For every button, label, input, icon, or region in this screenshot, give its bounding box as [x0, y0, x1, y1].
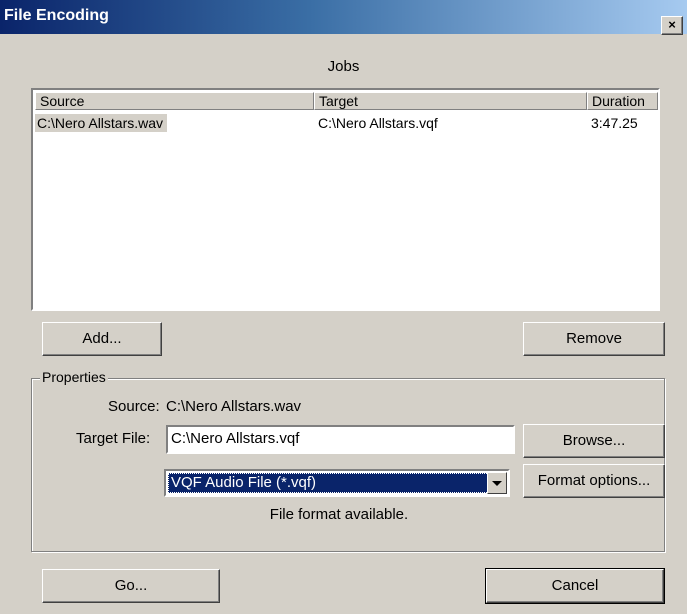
properties-group-label: Properties — [40, 369, 108, 385]
column-header-target[interactable]: Target — [314, 92, 587, 110]
cancel-button[interactable]: Cancel — [485, 568, 665, 604]
row-target: C:\Nero Allstars.vqf — [318, 115, 438, 131]
close-icon: × — [668, 17, 676, 32]
table-row[interactable]: C:\Nero Allstars.wav C:\Nero Allstars.vq… — [33, 114, 658, 132]
format-select-value: VQF Audio File (*.vqf) — [168, 473, 489, 493]
title-bar: File Encoding × — [0, 0, 687, 35]
row-duration: 3:47.25 — [591, 115, 638, 131]
column-header-source[interactable]: Source — [35, 92, 314, 110]
jobs-label: Jobs — [327, 58, 360, 75]
row-source: C:\Nero Allstars.wav — [35, 114, 168, 132]
column-header-duration[interactable]: Duration — [587, 92, 658, 110]
target-file-label: Target File: — [76, 430, 151, 447]
jobs-list[interactable]: Source Target Duration C:\Nero Allstars.… — [31, 88, 660, 311]
chevron-down-icon — [492, 481, 502, 486]
dropdown-button[interactable] — [487, 472, 507, 494]
target-file-input[interactable]: C:\Nero Allstars.vqf — [166, 425, 515, 454]
file-encoding-dialog: File Encoding × Jobs Source Target Durat… — [0, 0, 687, 614]
close-button[interactable]: × — [661, 16, 683, 35]
source-label: Source: — [108, 398, 160, 415]
remove-button[interactable]: Remove — [523, 322, 665, 356]
window-title: File Encoding — [4, 7, 109, 24]
format-select[interactable]: VQF Audio File (*.vqf) — [164, 469, 510, 497]
source-value: C:\Nero Allstars.wav — [166, 398, 302, 415]
format-options-button[interactable]: Format options... — [523, 464, 665, 498]
browse-button[interactable]: Browse... — [523, 424, 665, 458]
format-status-text: File format available. — [269, 506, 409, 523]
add-button[interactable]: Add... — [42, 322, 162, 356]
go-button[interactable]: Go... — [42, 569, 220, 603]
